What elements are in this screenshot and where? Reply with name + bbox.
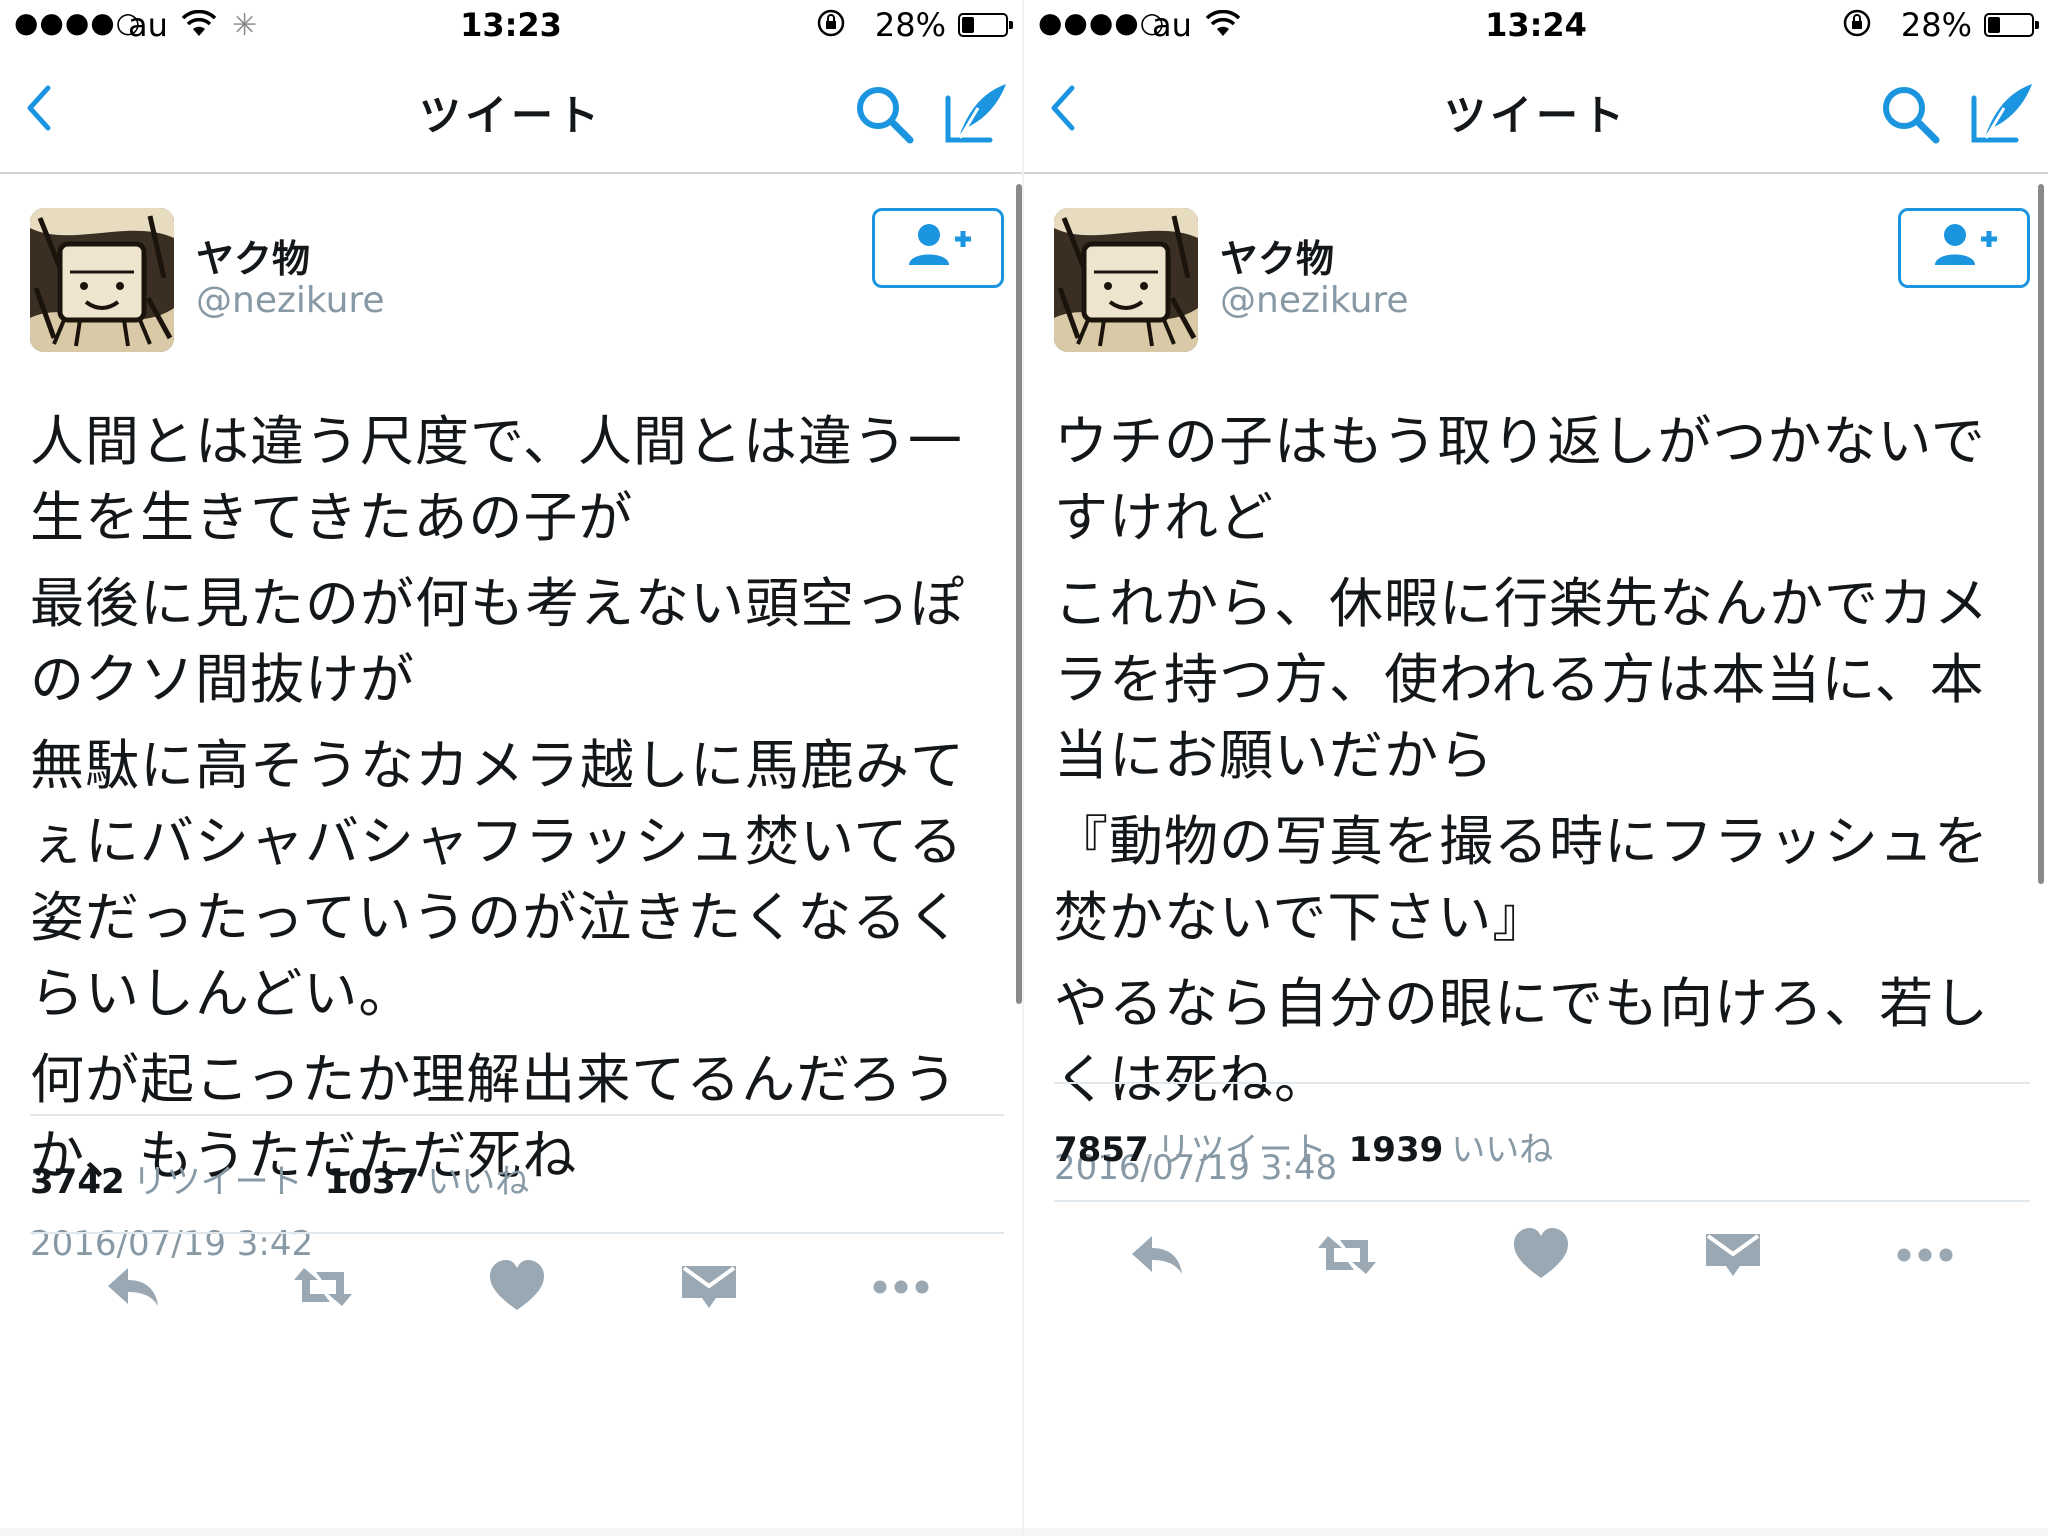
follow-button[interactable] bbox=[1898, 208, 2030, 288]
status-bar: ●●●●○ au ✳ 13:23 28% bbox=[0, 0, 1022, 52]
direct-message-icon[interactable] bbox=[1700, 1222, 1766, 1288]
compose-tweet-icon[interactable] bbox=[940, 78, 1010, 148]
orientation-lock-icon bbox=[1842, 8, 1872, 46]
scrollbar[interactable] bbox=[2038, 184, 2044, 884]
retweet-icon[interactable] bbox=[1314, 1222, 1380, 1288]
tweet-paragraph: これから、休暇に行楽先なんかでカメラを持つ方、使われる方は本当に、本当にお願いだ… bbox=[1054, 572, 1989, 787]
display-name[interactable]: ヤク物 bbox=[196, 228, 310, 283]
status-bar: ●●●●○ au 13:24 28% bbox=[1024, 0, 2048, 52]
tweet-actions bbox=[30, 1234, 1004, 1344]
add-user-icon bbox=[909, 224, 971, 265]
battery-icon bbox=[958, 13, 1013, 37]
tweet-text: ウチの子はもう取り返しがつかないですけれど これから、休暇に行楽先なんかでカメラ… bbox=[1054, 404, 2020, 1188]
retweet-count[interactable]: 3742 bbox=[30, 1162, 125, 1202]
like-label[interactable]: いいね bbox=[427, 1162, 529, 1202]
tweet-screen-right: ●●●●○ au 13:24 28% ツイート ヤク物 @nezikure ウチ… bbox=[1024, 0, 2048, 1536]
tweet-stats: 3742 リツイート 1037 いいね bbox=[30, 1114, 1004, 1234]
tweet-stats: 7857 リツイート 1939 いいね bbox=[1054, 1082, 2030, 1202]
status-time: 13:23 bbox=[460, 6, 562, 44]
display-name[interactable]: ヤク物 bbox=[1220, 228, 1334, 283]
tweet-paragraph: ウチの子はもう取り返しがつかないですけれど bbox=[1054, 410, 1986, 549]
navigation-bar: ツイート bbox=[1024, 52, 2048, 174]
like-count[interactable]: 1037 bbox=[325, 1162, 420, 1202]
follow-button[interactable] bbox=[872, 208, 1004, 288]
bottom-divider bbox=[0, 1528, 1022, 1536]
retweet-icon[interactable] bbox=[290, 1254, 356, 1320]
compose-tweet-icon[interactable] bbox=[1966, 78, 2036, 148]
search-icon[interactable] bbox=[852, 82, 918, 148]
more-options-icon[interactable] bbox=[1892, 1222, 1958, 1288]
reply-icon[interactable] bbox=[1124, 1222, 1190, 1288]
more-options-icon[interactable] bbox=[868, 1254, 934, 1320]
bottom-divider bbox=[1024, 1528, 2048, 1536]
screen-name[interactable]: @nezikure bbox=[1220, 280, 1409, 321]
battery-percentage: 28% bbox=[1900, 6, 1972, 44]
tweet-actions bbox=[1054, 1202, 2030, 1312]
screen-name[interactable]: @nezikure bbox=[196, 280, 385, 321]
like-heart-icon[interactable] bbox=[484, 1254, 550, 1320]
direct-message-icon[interactable] bbox=[676, 1254, 742, 1320]
retweet-label[interactable]: リツイート bbox=[133, 1162, 303, 1202]
status-time: 13:24 bbox=[1485, 6, 1587, 44]
search-icon[interactable] bbox=[1878, 82, 1944, 148]
like-heart-icon[interactable] bbox=[1508, 1222, 1574, 1288]
reply-icon[interactable] bbox=[100, 1254, 166, 1320]
tweet-paragraph: 無駄に高そうなカメラ越しに馬鹿みてぇにバシャバシャフラッシュ焚いてる姿だったって… bbox=[30, 734, 965, 1025]
like-label[interactable]: いいね bbox=[1451, 1130, 1553, 1170]
tweet-paragraph: 『動物の写真を撮る時にフラッシュを焚かないで下さい』 bbox=[1054, 810, 1989, 949]
orientation-lock-icon bbox=[816, 8, 846, 46]
tweet-paragraph: 人間とは違う尺度で、人間とは違う一生を生きてきたあの子が bbox=[30, 410, 963, 549]
tweet-paragraph: 最後に見たのが何も考えない頭空っぽのクソ間抜けが bbox=[30, 572, 965, 711]
retweet-count[interactable]: 7857 bbox=[1054, 1130, 1149, 1170]
avatar[interactable] bbox=[1054, 208, 1198, 352]
avatar[interactable] bbox=[30, 208, 174, 352]
retweet-label[interactable]: リツイート bbox=[1157, 1130, 1327, 1170]
like-count[interactable]: 1939 bbox=[1349, 1130, 1444, 1170]
add-user-icon bbox=[1935, 224, 1997, 265]
navigation-bar: ツイート bbox=[0, 52, 1022, 174]
battery-icon bbox=[1984, 13, 2039, 37]
battery-percentage: 28% bbox=[874, 6, 946, 44]
tweet-screen-left: ●●●●○ au ✳ 13:23 28% ツイート ヤク物 @nezikure … bbox=[0, 0, 1022, 1536]
